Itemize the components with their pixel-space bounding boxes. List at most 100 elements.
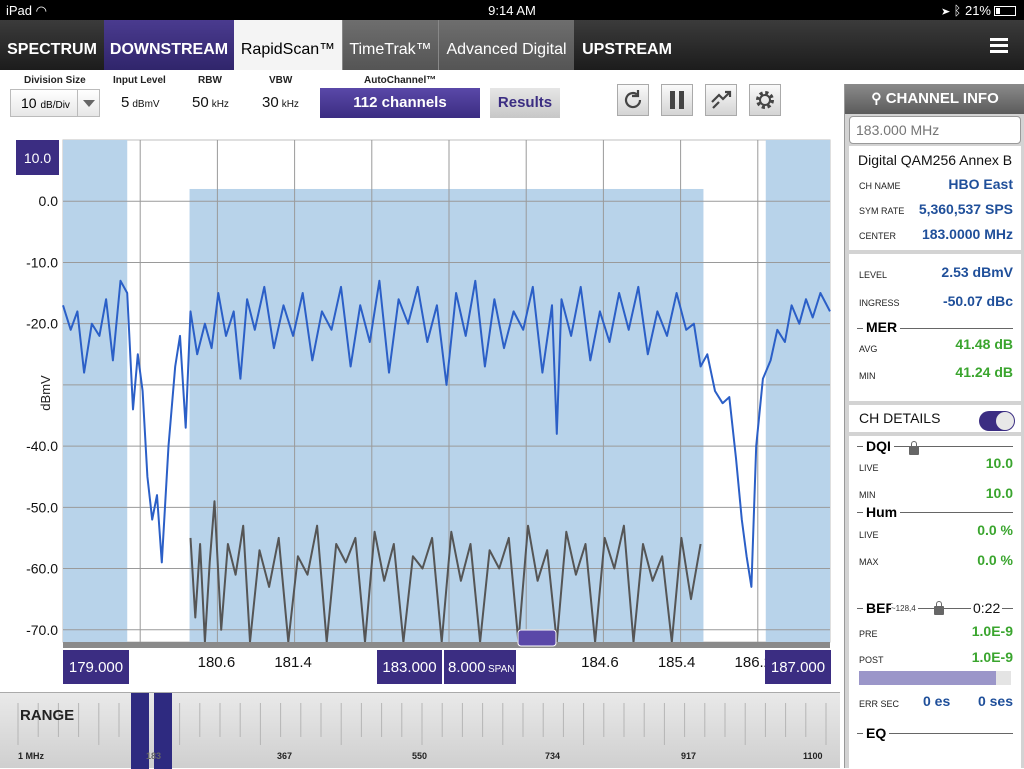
vbw-unit: kHz bbox=[281, 99, 299, 110]
division-size-unit: dB/Div bbox=[40, 100, 70, 111]
lock-icon[interactable] bbox=[934, 601, 944, 615]
settings-button[interactable] bbox=[749, 84, 781, 116]
hum-live-value: 0.0 % bbox=[977, 522, 1013, 538]
input-level-unit: dBmV bbox=[132, 99, 160, 110]
range-strip[interactable]: RANGE 1 MHz 183 367 550 734 917 1100 bbox=[0, 692, 840, 769]
y-tick-label: -10.0 bbox=[26, 254, 58, 270]
mer-avg-value: 41.48 dB bbox=[955, 336, 1013, 352]
y-tick-label: -50.0 bbox=[26, 499, 58, 515]
y-axis-label: dBmV bbox=[38, 375, 53, 411]
ber-post-value: 1.0E-9 bbox=[971, 649, 1013, 665]
tab-timetrak[interactable]: TimeTrak™ bbox=[342, 20, 438, 70]
rbw-label: RBW bbox=[198, 75, 222, 86]
autochannel-button[interactable]: 112 channels bbox=[320, 88, 480, 118]
bluetooth-icon: ᛒ bbox=[953, 3, 962, 18]
mer-min-value: 41.24 dB bbox=[955, 364, 1013, 380]
input-level-field[interactable]: 5 dBmV bbox=[121, 94, 160, 111]
tab-upstream[interactable]: UPSTREAM bbox=[574, 20, 680, 70]
menu-icon[interactable] bbox=[990, 38, 1008, 54]
stop-freq-badge-label: 187.000 bbox=[771, 659, 825, 676]
y-tick-label: -40.0 bbox=[26, 438, 58, 454]
err-sec-ses: 0 ses bbox=[977, 693, 1013, 709]
tab-advanced-digital[interactable]: Advanced Digital bbox=[438, 20, 574, 70]
channel-info-title: CHANNEL INFO bbox=[885, 90, 999, 107]
mer-avg-label: AVG bbox=[859, 344, 878, 354]
y-tick-label: -20.0 bbox=[26, 316, 58, 332]
dqi-live-value: 10.0 bbox=[985, 455, 1013, 471]
ch-details-toggle[interactable] bbox=[979, 411, 1015, 431]
division-size-label: Division Size bbox=[24, 75, 86, 86]
tab-bar: SPECTRUM DOWNSTREAM RapidScan™ TimeTrak™… bbox=[0, 20, 1024, 70]
center-label: CENTER bbox=[859, 231, 897, 241]
battery-percent: 21% bbox=[964, 3, 991, 18]
level-label: LEVEL bbox=[859, 270, 888, 280]
status-bar: iPad ◠ 9:14 AM ➤ ᛒ 21% bbox=[0, 0, 1024, 20]
ch-name-value: HBO East bbox=[948, 176, 1013, 192]
span-unit: SPAN bbox=[488, 664, 515, 675]
range-tick: 550 bbox=[412, 751, 428, 761]
x-tick-label: 181.4 bbox=[274, 654, 312, 671]
input-level-value: 5 bbox=[121, 94, 130, 111]
swap-arrows-icon bbox=[711, 90, 732, 109]
controls-bar: Division Size 10 dB/Div Input Level 5 dBm… bbox=[0, 70, 840, 132]
eq-title: EQ bbox=[863, 725, 890, 741]
pause-icon bbox=[670, 91, 684, 109]
ber-sub: ~128,4 bbox=[891, 604, 918, 613]
tab-rapidscan[interactable]: RapidScan™ bbox=[234, 20, 342, 70]
hum-max-value: 0.0 % bbox=[977, 552, 1013, 568]
sym-rate-label: SYM RATE bbox=[859, 206, 905, 216]
autochannel-label: AutoChannel™ bbox=[364, 75, 437, 86]
gear-icon bbox=[756, 91, 774, 109]
x-tick-label: 184.6 bbox=[581, 654, 619, 671]
channel-info-panel: ⚲ CHANNEL INFO Digital QAM256 Annex B CH… bbox=[844, 84, 1024, 768]
swap-button[interactable] bbox=[705, 84, 737, 116]
side-band bbox=[765, 140, 830, 642]
mer-title: MER bbox=[863, 319, 901, 335]
center-value: 183.0000 MHz bbox=[921, 226, 1013, 242]
ber-pre-value: 1.0E-9 bbox=[971, 623, 1013, 639]
start-freq-badge-label: 179.000 bbox=[69, 659, 123, 676]
ch-details-card: DQI LIVE 10.0 MIN 10.0 Hum LIVE 0.0 % MA… bbox=[849, 436, 1021, 768]
center-marker-handle[interactable] bbox=[517, 629, 557, 647]
level-card: LEVEL 2.53 dBmV INGRESS -50.07 dBc MER A… bbox=[849, 254, 1021, 401]
ch-name-label: CH NAME bbox=[859, 181, 901, 191]
dqi-live-label: LIVE bbox=[859, 463, 879, 473]
rbw-field[interactable]: 50 kHz bbox=[192, 94, 229, 111]
ingress-label: INGRESS bbox=[859, 298, 900, 308]
dqi-min-value: 10.0 bbox=[985, 485, 1013, 501]
y-tick-label: -70.0 bbox=[26, 622, 58, 638]
hum-live-label: LIVE bbox=[859, 530, 879, 540]
y-tick-label: 0.0 bbox=[39, 193, 59, 209]
ingress-value: -50.07 dBc bbox=[942, 293, 1013, 309]
lock-icon[interactable] bbox=[909, 441, 919, 455]
err-sec-es: 0 es bbox=[923, 693, 951, 709]
dqi-title: DQI bbox=[863, 438, 894, 454]
err-sec-label: ERR SEC bbox=[859, 699, 900, 709]
clock: 9:14 AM bbox=[488, 3, 536, 18]
range-tick: 1100 bbox=[803, 751, 823, 761]
range-tick: 917 bbox=[681, 751, 697, 761]
chevron-down-icon bbox=[77, 90, 99, 116]
frequency-input[interactable] bbox=[849, 116, 1021, 144]
vbw-label: VBW bbox=[269, 75, 293, 86]
ch-details-label: CH DETAILS bbox=[859, 410, 941, 426]
ber-progress-track bbox=[859, 671, 1011, 685]
spectrum-chart[interactable]: 0.0-10.0-20.0-40.0-50.0-60.0-70.0 MHz180… bbox=[0, 132, 840, 692]
x-axis-bar bbox=[63, 642, 830, 648]
sym-rate-value: 5,360,537 SPS bbox=[918, 201, 1013, 217]
tab-spectrum[interactable]: SPECTRUM bbox=[0, 20, 104, 70]
tab-downstream[interactable]: DOWNSTREAM bbox=[104, 20, 234, 70]
range-tick: 734 bbox=[545, 751, 561, 761]
pause-button[interactable] bbox=[661, 84, 693, 116]
range-tick: 183 bbox=[146, 751, 162, 761]
hum-title: Hum bbox=[863, 504, 901, 520]
dqi-min-label: MIN bbox=[859, 490, 876, 500]
vbw-field[interactable]: 30 kHz bbox=[262, 94, 299, 111]
division-size-select[interactable]: 10 dB/Div bbox=[10, 89, 100, 117]
mer-min-label: MIN bbox=[859, 371, 876, 381]
refresh-button[interactable] bbox=[617, 84, 649, 116]
vbw-value: 30 bbox=[262, 94, 279, 111]
ch-details-row: CH DETAILS bbox=[849, 405, 1021, 432]
range-tick: 1 MHz bbox=[18, 751, 45, 761]
results-button[interactable]: Results bbox=[490, 88, 560, 118]
